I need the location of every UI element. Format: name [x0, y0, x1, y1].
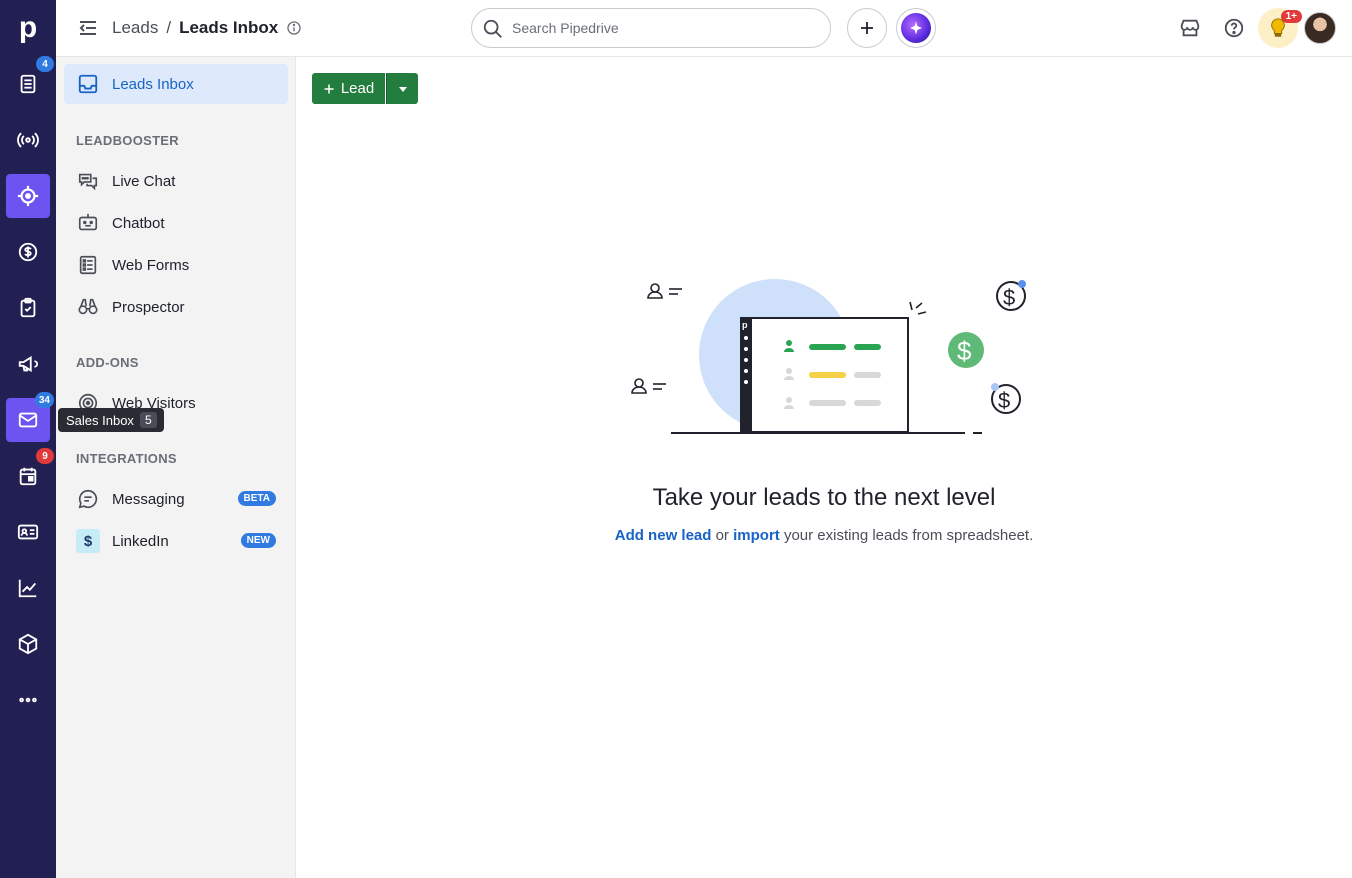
svg-text:$: $	[998, 388, 1010, 413]
box-icon	[18, 633, 38, 655]
search-placeholder: Search Pipedrive	[512, 20, 619, 36]
sidebar-item-web-forms[interactable]: Web Forms	[64, 245, 288, 285]
section-integrations: INTEGRATIONS	[76, 451, 177, 466]
info-icon[interactable]	[286, 20, 302, 36]
sidebar-item-label: Web Forms	[112, 256, 190, 274]
svg-text:p: p	[742, 320, 748, 330]
tips-button[interactable]: 1+	[1258, 8, 1302, 48]
top-bar: Leads / Leads Inbox Search Pipedrive 1+	[56, 0, 1352, 57]
sidebar-item-messaging[interactable]: Messaging BETA	[64, 479, 288, 519]
nav-leadbooster[interactable]	[6, 118, 50, 162]
collapse-sidebar-icon[interactable]	[76, 16, 100, 40]
clipboard-check-icon	[20, 297, 36, 318]
sidebar-item-prospector[interactable]: Prospector	[64, 287, 288, 327]
nav-more[interactable]	[6, 678, 50, 722]
help-icon	[1224, 18, 1244, 38]
import-link[interactable]: import	[733, 527, 780, 544]
nav-deals[interactable]	[6, 230, 50, 274]
linkedin-app-icon: $	[76, 529, 100, 553]
search-input[interactable]: Search Pipedrive	[471, 8, 831, 48]
empty-state-title: Take your leads to the next level	[652, 484, 996, 511]
breadcrumb-separator: /	[166, 18, 172, 37]
sidebar-item-linkedin[interactable]: $ LinkedIn NEW	[64, 521, 288, 561]
binoculars-icon	[78, 298, 98, 315]
sidebar-item-leads-inbox[interactable]: Leads Inbox	[64, 64, 288, 104]
marketplace-button[interactable]	[1176, 14, 1204, 42]
mail-icon	[18, 412, 38, 428]
plus-icon	[861, 22, 873, 34]
inbox-icon	[78, 74, 98, 94]
target-icon	[17, 185, 39, 207]
add-lead-split-button: Lead	[312, 73, 418, 104]
new-badge: NEW	[240, 533, 276, 548]
sidebar-item-label: LinkedIn	[112, 532, 169, 550]
nav-sales-inbox[interactable]: 34	[6, 392, 54, 442]
logo-letter: p	[18, 11, 38, 44]
more-dots-icon	[19, 697, 37, 703]
sidebar-item-live-chat[interactable]: Live Chat	[64, 161, 288, 201]
tooltip-shortcut: 5	[139, 412, 157, 428]
sidebar-item-label: Prospector	[112, 298, 185, 316]
contact-card-icon	[17, 524, 39, 540]
nav-campaigns[interactable]	[6, 342, 50, 386]
add-lead-button[interactable]: Lead	[312, 73, 385, 104]
help-button[interactable]	[1220, 14, 1248, 42]
sales-inbox-tooltip: Sales Inbox 5	[58, 408, 164, 432]
nav-activities[interactable]: 9	[6, 448, 54, 498]
import-description: your existing leads from spreadsheet.	[779, 527, 1034, 544]
sidebar-item-chatbot[interactable]: Chatbot	[64, 203, 288, 243]
sidebar-item-label: Leads Inbox	[112, 75, 194, 93]
nav-rail: p 4 34 9	[0, 0, 56, 878]
leads-badge: 4	[36, 56, 54, 72]
store-icon	[1180, 19, 1200, 37]
svg-text:$: $	[957, 336, 972, 366]
sidebar-item-label: Live Chat	[112, 172, 176, 190]
breadcrumb: Leads / Leads Inbox	[112, 18, 302, 38]
add-lead-label: Lead	[340, 80, 375, 97]
section-leadbooster: LEADBOOSTER	[76, 133, 179, 148]
chatbot-icon	[78, 213, 98, 231]
dollar-icon	[18, 242, 38, 262]
nav-insights[interactable]	[6, 566, 50, 610]
or-text: or	[711, 527, 734, 544]
nav-leads[interactable]: 4	[6, 56, 54, 106]
sidebar-item-label: Messaging	[112, 490, 185, 508]
nav-target[interactable]	[6, 174, 50, 218]
mail-badge: 34	[34, 392, 54, 408]
tips-badge: 1+	[1280, 10, 1302, 23]
breadcrumb-leads[interactable]: Leads	[112, 18, 158, 38]
leads-sidebar: Leads Inbox LEADBOOSTER Live Chat Chatbo…	[56, 57, 296, 878]
add-lead-dropdown-button[interactable]	[386, 73, 418, 104]
message-bubble-icon	[78, 489, 98, 509]
leads-icon	[20, 74, 36, 94]
empty-state-subtitle: Add new lead or import your existing lea…	[296, 527, 1352, 544]
calendar-icon	[19, 467, 37, 486]
caret-down-icon	[398, 86, 407, 92]
ai-assistant-button[interactable]	[896, 8, 936, 48]
sidebar-item-label: Chatbot	[112, 214, 165, 232]
add-new-lead-link[interactable]: Add new lead	[615, 527, 712, 544]
search-icon	[483, 19, 502, 38]
beta-badge: BETA	[237, 491, 276, 506]
empty-state-illustration: p $ $ $	[631, 279, 1026, 434]
chat-bubbles-icon	[78, 173, 98, 191]
broadcast-icon	[17, 132, 39, 148]
tooltip-label: Sales Inbox	[66, 412, 134, 428]
section-addons: ADD-ONS	[76, 355, 139, 370]
sparkle-icon	[901, 13, 931, 43]
nav-projects[interactable]	[6, 286, 50, 330]
quick-add-button[interactable]	[847, 8, 887, 48]
plus-icon	[324, 84, 334, 93]
activities-badge: 9	[36, 448, 54, 464]
chart-line-icon	[18, 579, 37, 598]
svg-text:$: $	[1003, 285, 1015, 310]
pipedrive-logo[interactable]: p	[6, 6, 50, 50]
nav-contacts[interactable]	[6, 510, 50, 554]
page-title: Leads Inbox	[179, 18, 279, 37]
avatar[interactable]	[1304, 12, 1336, 44]
megaphone-icon	[18, 355, 39, 373]
nav-products[interactable]	[6, 622, 50, 666]
form-icon	[79, 255, 97, 275]
